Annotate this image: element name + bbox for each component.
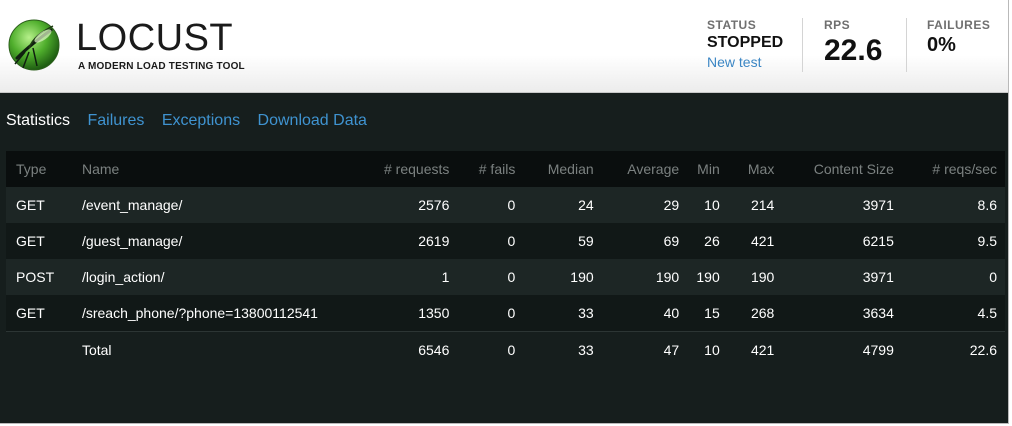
- column-header-min[interactable]: Min: [687, 151, 728, 187]
- status-value: STOPPED: [707, 34, 784, 51]
- cell-fails: 0: [457, 331, 524, 368]
- header-divider: [906, 18, 907, 72]
- column-header-median[interactable]: Median: [523, 151, 602, 187]
- cell-content-size: 3634: [782, 295, 902, 332]
- cell-requests: 1350: [348, 295, 458, 332]
- cell-name: /sreach_phone/?phone=13800112541: [71, 295, 349, 332]
- cell-min: 190: [687, 259, 728, 295]
- tab-download-data[interactable]: Download Data: [258, 112, 367, 130]
- rps-value: 22.6: [824, 34, 883, 67]
- cell-max: 421: [727, 331, 783, 368]
- table-row: GET /sreach_phone/?phone=13800112541 135…: [6, 295, 1005, 332]
- cell-type: [6, 331, 72, 368]
- failures-label: FAILURES: [927, 18, 991, 32]
- cell-median: 33: [523, 295, 602, 332]
- cell-min: 10: [687, 331, 728, 368]
- cell-fails: 0: [457, 259, 524, 295]
- cell-reqs-per-sec: 22.6: [901, 331, 1005, 368]
- tab-statistics[interactable]: Statistics: [6, 112, 70, 130]
- cell-average: 190: [601, 259, 688, 295]
- table-row: GET /guest_manage/ 2619 0 59 69 26 421 6…: [6, 223, 1005, 259]
- tab-bar: Statistics Failures Exceptions Download …: [6, 112, 380, 134]
- status-label: STATUS: [707, 18, 757, 32]
- header-divider: [802, 18, 803, 72]
- column-header-name[interactable]: Name: [71, 151, 349, 187]
- cell-type: POST: [6, 259, 72, 295]
- cell-fails: 0: [457, 223, 524, 259]
- cell-average: 29: [601, 187, 688, 223]
- cell-content-size: 3971: [782, 259, 902, 295]
- header: LOCUST A MODERN LOAD TESTING TOOL STATUS…: [0, 0, 1008, 93]
- cell-type: GET: [6, 187, 72, 223]
- new-test-link[interactable]: New test: [707, 54, 783, 70]
- cell-type: GET: [6, 295, 72, 332]
- cell-name: /login_action/: [71, 259, 349, 295]
- failures-value: 0%: [927, 34, 956, 56]
- logo-tagline: A MODERN LOAD TESTING TOOL: [78, 61, 245, 72]
- table-total-row: Total 6546 0 33 47 10 421 4799 22.6: [6, 331, 1005, 368]
- cell-requests: 1: [348, 259, 458, 295]
- column-header-max[interactable]: Max: [727, 151, 783, 187]
- cell-fails: 0: [457, 295, 524, 332]
- cell-requests: 2576: [348, 187, 458, 223]
- cell-reqs-per-sec: 0: [901, 259, 1005, 295]
- cell-average: 47: [601, 331, 688, 368]
- cell-fails: 0: [457, 187, 524, 223]
- cell-average: 40: [601, 295, 688, 332]
- tab-exceptions[interactable]: Exceptions: [162, 112, 240, 130]
- rps-label: RPS: [824, 18, 851, 32]
- table-header-row: Type Name # requests # fails Median Aver…: [6, 151, 1005, 187]
- cell-median: 190: [523, 259, 602, 295]
- cell-type: GET: [6, 223, 72, 259]
- cell-median: 33: [523, 331, 602, 368]
- locust-logo-icon: [8, 19, 60, 71]
- rps-box: RPS 22.6: [824, 18, 882, 68]
- main-panel: Statistics Failures Exceptions Download …: [0, 93, 1008, 423]
- stats-table: Type Name # requests # fails Median Aver…: [6, 151, 1005, 368]
- tab-failures[interactable]: Failures: [87, 112, 144, 130]
- logo-text: LOCUST: [76, 17, 234, 59]
- failures-box: FAILURES 0%: [927, 18, 990, 57]
- cell-reqs-per-sec: 8.6: [901, 187, 1005, 223]
- column-header-average[interactable]: Average: [601, 151, 688, 187]
- cell-median: 59: [523, 223, 602, 259]
- cell-name: /event_manage/: [71, 187, 349, 223]
- cell-max: 190: [727, 259, 783, 295]
- cell-max: 214: [727, 187, 783, 223]
- cell-content-size: 6215: [782, 223, 902, 259]
- cell-min: 10: [687, 187, 728, 223]
- cell-reqs-per-sec: 4.5: [901, 295, 1005, 332]
- cell-requests: 2619: [348, 223, 458, 259]
- cell-average: 69: [601, 223, 688, 259]
- cell-content-size: 3971: [782, 187, 902, 223]
- cell-name: /guest_manage/: [71, 223, 349, 259]
- cell-requests: 6546: [348, 331, 458, 368]
- status-box: STATUS STOPPED New test: [707, 18, 783, 70]
- cell-reqs-per-sec: 9.5: [901, 223, 1005, 259]
- cell-min: 15: [687, 295, 728, 332]
- cell-median: 24: [523, 187, 602, 223]
- column-header-fails[interactable]: # fails: [457, 151, 524, 187]
- cell-name: Total: [71, 331, 349, 368]
- cell-max: 421: [727, 223, 783, 259]
- cell-max: 268: [727, 295, 783, 332]
- cell-content-size: 4799: [782, 331, 902, 368]
- app-frame: LOCUST A MODERN LOAD TESTING TOOL STATUS…: [0, 0, 1009, 424]
- column-header-content-size[interactable]: Content Size: [782, 151, 902, 187]
- table-row: POST /login_action/ 1 0 190 190 190 190 …: [6, 259, 1005, 295]
- column-header-requests[interactable]: # requests: [348, 151, 458, 187]
- cell-min: 26: [687, 223, 728, 259]
- column-header-type[interactable]: Type: [6, 151, 72, 187]
- table-row: GET /event_manage/ 2576 0 24 29 10 214 3…: [6, 187, 1005, 223]
- column-header-reqs-per-sec[interactable]: # reqs/sec: [901, 151, 1005, 187]
